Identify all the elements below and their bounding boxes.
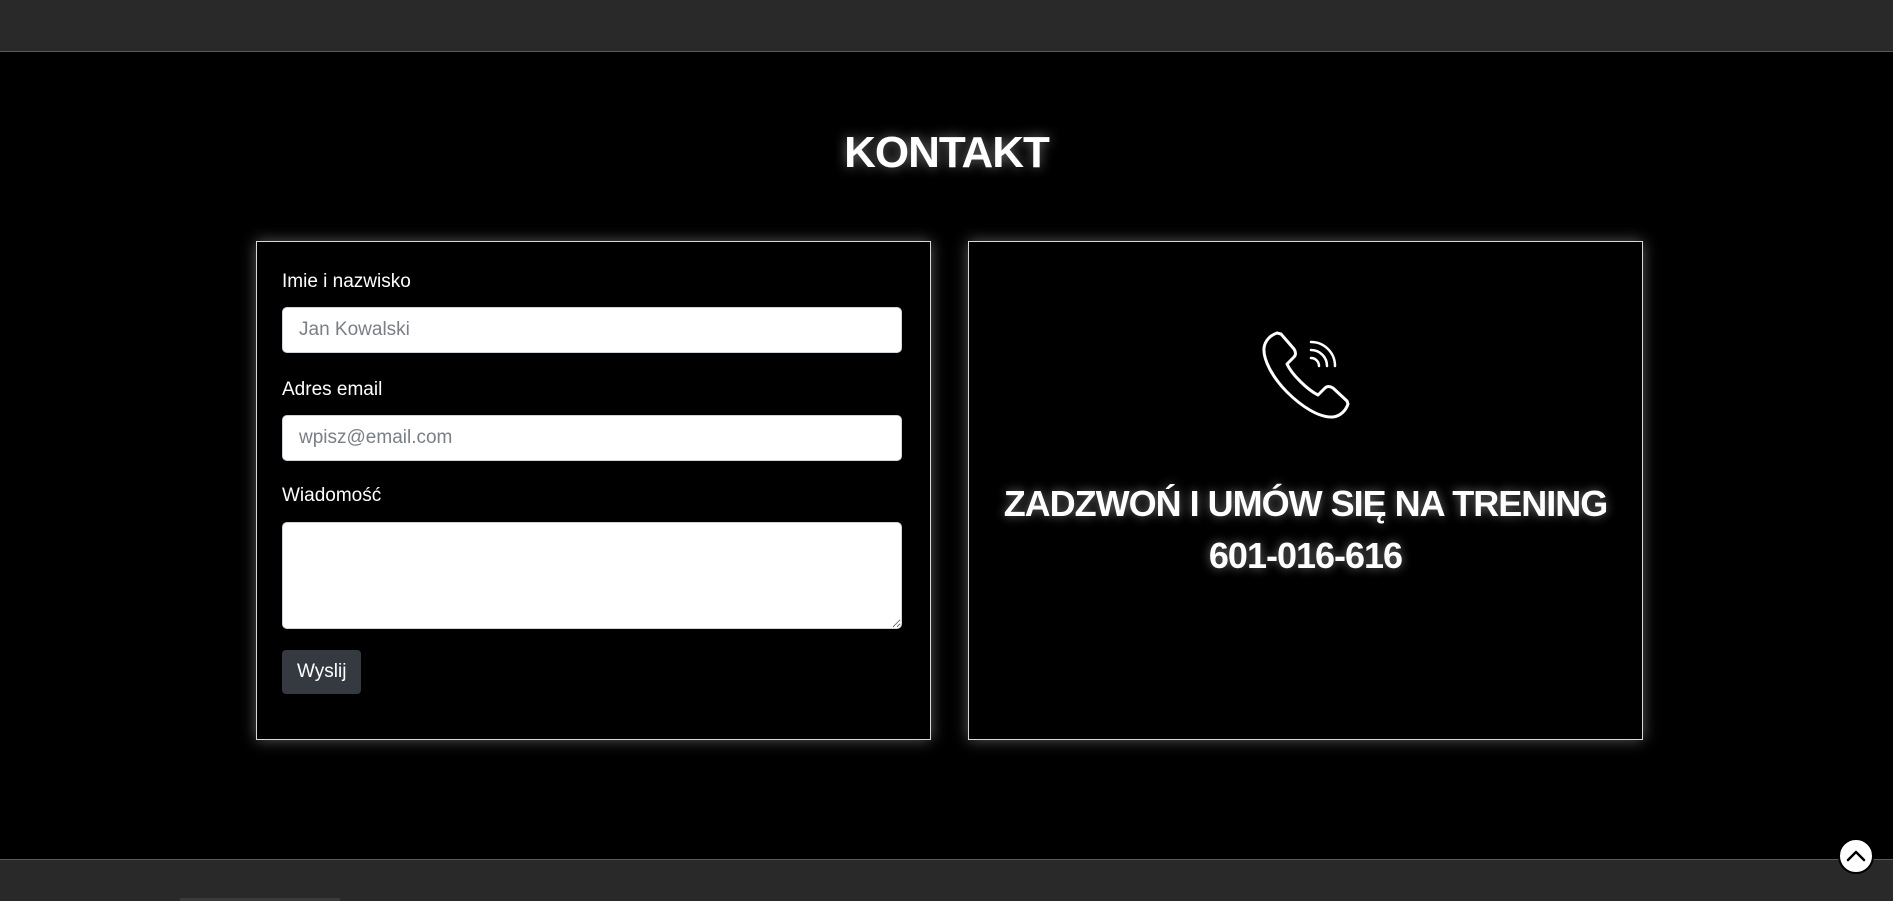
section-title: KONTAKT — [844, 128, 1050, 177]
call-card: ZADZWOŃ I UMÓW SIĘ NA TRENING 601-016-61… — [968, 241, 1643, 740]
phone-number: 601-016-616 — [1208, 535, 1403, 576]
submit-button[interactable]: Wyslij — [282, 650, 362, 694]
message-field-label: Wiadomość — [282, 485, 382, 506]
scroll-to-top-button[interactable] — [1838, 838, 1874, 874]
contact-form-card: Imie i nazwisko Adres email Wiadomość Wy… — [256, 241, 931, 740]
name-input[interactable] — [282, 307, 902, 353]
email-input[interactable] — [282, 415, 902, 461]
call-headline: ZADZWOŃ I UMÓW SIĘ NA TRENING — [1003, 483, 1609, 524]
call-to-action: ZADZWOŃ I UMÓW SIĘ NA TRENING 601-016-61… — [969, 478, 1642, 582]
name-field-label: Imie i nazwisko — [282, 271, 411, 292]
chevron-up-icon — [1846, 850, 1866, 862]
email-field-label: Adres email — [282, 379, 383, 400]
message-textarea[interactable] — [282, 522, 902, 629]
top-navbar — [0, 0, 1893, 52]
phone-ringing-icon — [1262, 331, 1350, 419]
footer-bar — [0, 859, 1893, 901]
